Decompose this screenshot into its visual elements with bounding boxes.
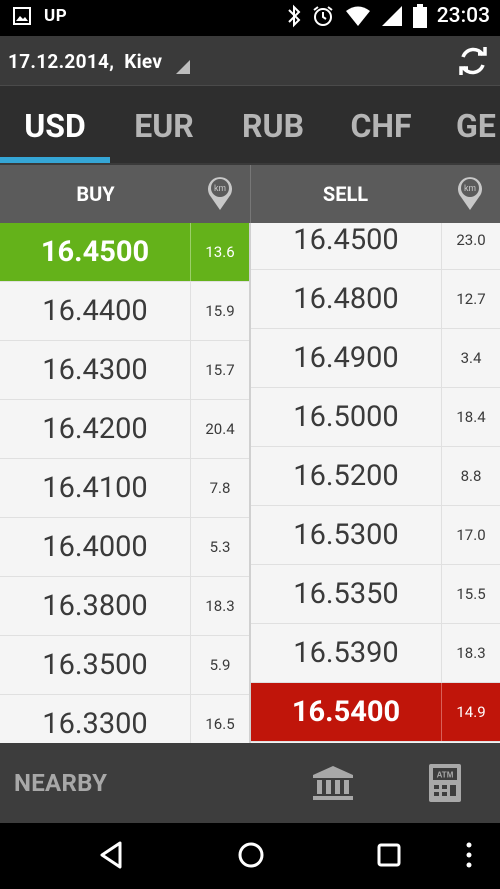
distance-km: 5.3: [209, 538, 231, 556]
rate-value: 16.5350: [251, 565, 442, 623]
distance-km: 18.3: [205, 597, 235, 615]
sell-rate-row[interactable]: 16.5000 18.4: [251, 388, 500, 447]
rate-value: 16.4300: [0, 341, 191, 399]
sell-rate-row[interactable]: 16.5200 8.8: [251, 447, 500, 506]
rate-value: 16.5390: [251, 624, 442, 682]
distance-km: 14.9: [442, 683, 500, 741]
date-location-selector[interactable]: 17.12.2014, Kiev: [8, 50, 162, 73]
rate-value: 16.4000: [0, 518, 191, 576]
image-icon: [13, 7, 31, 25]
rate-value: 16.5200: [251, 447, 442, 505]
buy-header[interactable]: BUY: [0, 165, 191, 223]
distance-km: 3.4: [460, 349, 482, 367]
refresh-icon[interactable]: [456, 44, 490, 78]
buy-rate-row[interactable]: 16.4200 20.4: [0, 400, 249, 459]
svg-text:km: km: [464, 183, 476, 193]
dropdown-corner-icon[interactable]: [176, 60, 190, 74]
buy-rate-row[interactable]: 16.4500 13.6: [0, 223, 249, 282]
sell-header[interactable]: SELL: [250, 165, 441, 223]
rate-value: 16.5000: [251, 388, 442, 446]
svg-text:km: km: [214, 183, 226, 193]
status-time: 23:03: [436, 4, 490, 28]
city-label: Kiev: [124, 50, 163, 73]
distance-km: 23.0: [456, 231, 486, 249]
distance-km: 12.7: [456, 290, 486, 308]
rate-value: 16.4100: [0, 459, 191, 517]
sell-rate-row[interactable]: 16.5300 17.0: [251, 506, 500, 565]
rate-value: 16.4200: [0, 400, 191, 458]
distance-km: 5.9: [209, 656, 231, 674]
signal-icon: [381, 6, 402, 26]
tab-eur[interactable]: EUR: [110, 86, 218, 165]
bank-icon[interactable]: [312, 765, 354, 801]
overflow-menu-icon[interactable]: [464, 840, 474, 870]
wifi-icon: [345, 6, 370, 26]
distance-km: 17.0: [456, 526, 486, 544]
back-icon[interactable]: [98, 840, 124, 870]
rate-value: 16.4400: [0, 282, 191, 340]
tab-usd[interactable]: USD: [0, 86, 110, 165]
location-header: 17.12.2014, Kiev: [0, 36, 500, 86]
distance-km: 20.4: [205, 420, 235, 438]
distance-km: 13.6: [191, 223, 249, 281]
status-up-label: UP: [44, 6, 68, 26]
bottom-bar: NEARBY ATM: [0, 743, 500, 823]
alarm-icon: [313, 6, 333, 26]
rate-value: 16.4900: [251, 329, 442, 387]
sell-distance-sort-icon[interactable]: km: [456, 175, 484, 211]
recents-icon[interactable]: [376, 840, 402, 870]
home-icon[interactable]: [236, 840, 266, 870]
buy-rate-row[interactable]: 16.3800 18.3: [0, 577, 249, 636]
buy-rate-row[interactable]: 16.4300 15.7: [0, 341, 249, 400]
distance-km: 15.5: [456, 585, 486, 603]
rate-value: 16.5400: [251, 683, 442, 741]
battery-icon: [412, 4, 427, 28]
distance-km: 16.5: [205, 715, 235, 733]
system-nav-bar: [0, 823, 500, 889]
currency-tabs: USD EUR RUB CHF GE: [0, 86, 500, 165]
rate-value: 16.5300: [251, 506, 442, 564]
rates-table-body: 16.4500 13.6 16.4400 15.9 16.4300 15.7 16.4200…: [0, 223, 500, 743]
buy-distance-sort-icon[interactable]: km: [206, 175, 234, 211]
tab-chf[interactable]: CHF: [328, 86, 434, 165]
active-tab-indicator: [0, 157, 110, 163]
sell-rate-row[interactable]: 16.5390 18.3: [251, 624, 500, 683]
rate-value: 16.3300: [0, 695, 191, 743]
buy-rate-row[interactable]: 16.4400 15.9: [0, 282, 249, 341]
buy-rate-row[interactable]: 16.3300 16.5: [0, 695, 249, 743]
date-label: 17.12.2014,: [8, 50, 115, 73]
rate-value: 16.4800: [251, 270, 442, 328]
status-bar: UP 23:03: [0, 0, 500, 36]
sell-rate-row[interactable]: 16.4500 23.0: [251, 223, 500, 270]
rate-value: 16.4500: [0, 223, 191, 281]
sell-rate-row[interactable]: 16.5400 14.9: [251, 683, 500, 742]
tab-rub[interactable]: RUB: [218, 86, 328, 165]
buy-rate-row[interactable]: 16.4000 5.3: [0, 518, 249, 577]
distance-km: 8.8: [460, 467, 482, 485]
nearby-button[interactable]: NEARBY: [14, 769, 107, 797]
buy-rate-row[interactable]: 16.4100 7.8: [0, 459, 249, 518]
tab-ge[interactable]: GE: [434, 86, 500, 165]
svg-text:ATM: ATM: [437, 771, 454, 780]
distance-km: 18.3: [456, 644, 486, 662]
distance-km: 15.7: [205, 361, 235, 379]
sell-rate-row[interactable]: 16.5350 15.5: [251, 565, 500, 624]
rate-value: 16.4500: [251, 223, 442, 269]
rate-value: 16.3800: [0, 577, 191, 635]
distance-km: 15.9: [205, 302, 235, 320]
distance-km: 18.4: [456, 408, 486, 426]
distance-km: 7.8: [209, 479, 231, 497]
buy-rate-row[interactable]: 16.3500 5.9: [0, 636, 249, 695]
atm-icon[interactable]: ATM: [428, 763, 462, 803]
sell-rate-row[interactable]: 16.4900 3.4: [251, 329, 500, 388]
rates-table-header: BUY km SELL km: [0, 165, 500, 223]
rate-value: 16.3500: [0, 636, 191, 694]
bluetooth-icon: [288, 4, 301, 28]
sell-rate-row[interactable]: 16.4800 12.7: [251, 270, 500, 329]
